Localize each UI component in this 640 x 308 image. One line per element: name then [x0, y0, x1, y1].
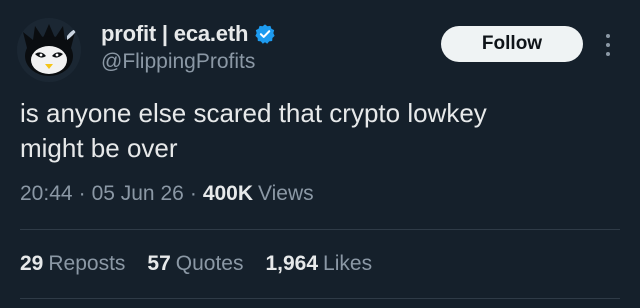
tweet-text: is anyone else scared that crypto lowkey… — [20, 98, 487, 163]
tweet-time[interactable]: 20:44 — [20, 182, 73, 206]
verified-badge-icon[interactable] — [254, 23, 276, 45]
reposts-label: Reposts — [48, 252, 126, 275]
quotes-count: 57 — [147, 252, 171, 275]
author-handle[interactable]: @FlippingProfits — [101, 50, 276, 74]
avatar[interactable] — [17, 18, 81, 82]
more-dot — [606, 43, 610, 47]
meta-separator: · — [189, 182, 197, 205]
tweet-date[interactable]: 05 Jun 26 — [92, 182, 184, 206]
quotes-stat[interactable]: 57 Quotes — [147, 252, 243, 276]
views-label[interactable]: Views — [258, 182, 314, 206]
more-dot — [606, 34, 610, 38]
reposts-count: 29 — [20, 252, 44, 275]
likes-count: 1,964 — [265, 252, 319, 275]
meta-separator: · — [78, 182, 86, 205]
display-name[interactable]: profit | eca.eth — [101, 21, 248, 47]
more-vertical-icon[interactable] — [601, 28, 615, 62]
author-names: profit | eca.eth @FlippingProfits — [101, 20, 276, 74]
reposts-stat[interactable]: 29 Reposts — [20, 252, 125, 276]
tweet-card: profit | eca.eth @FlippingProfits Follow… — [0, 0, 640, 308]
divider — [20, 298, 620, 299]
likes-label: Likes — [323, 252, 373, 275]
follow-button[interactable]: Follow — [441, 26, 583, 62]
tweet-header: profit | eca.eth @FlippingProfits Follow — [17, 14, 623, 82]
likes-stat[interactable]: 1,964 Likes — [265, 252, 372, 276]
more-dot — [606, 52, 610, 56]
display-name-row: profit | eca.eth — [101, 20, 276, 48]
views-count[interactable]: 400K — [203, 182, 253, 206]
tweet-meta: 20:44 · 05 Jun 26 · 400K Views — [20, 182, 314, 206]
divider — [20, 229, 620, 230]
quotes-label: Quotes — [175, 252, 244, 275]
avatar-character-icon — [17, 18, 81, 82]
engagement-stats: 29 Reposts 57 Quotes 1,964 Likes — [20, 252, 372, 276]
